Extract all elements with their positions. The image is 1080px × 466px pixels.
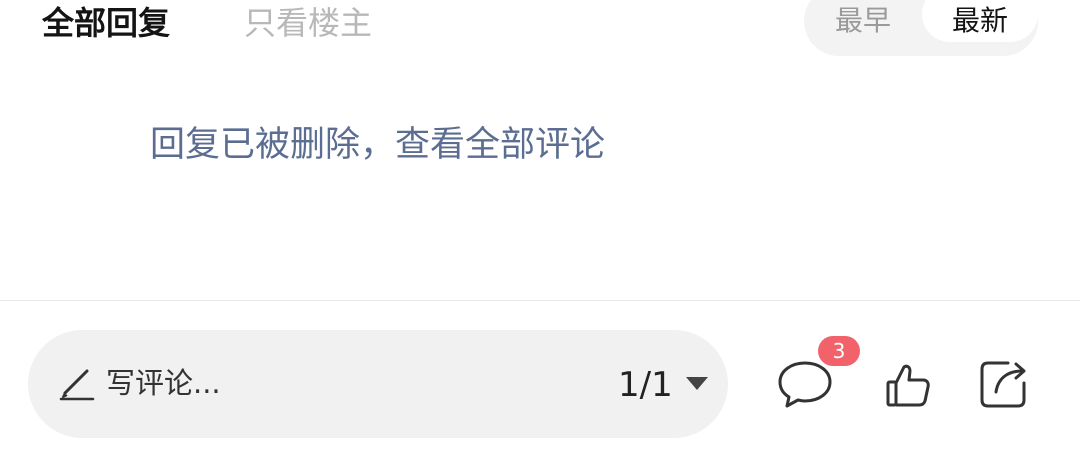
speech-bubble-icon[interactable] [776, 358, 834, 410]
pencil-icon [59, 369, 95, 401]
tab-all-replies[interactable]: 全部回复 [42, 0, 170, 46]
thumbs-up-icon[interactable] [884, 362, 932, 408]
sort-earliest-button[interactable]: 最早 [804, 0, 922, 42]
page-indicator[interactable]: 1/1 [618, 360, 673, 410]
triangle-down-icon[interactable] [684, 374, 710, 392]
comment-placeholder: 写评论... [106, 366, 221, 400]
tab-op-only[interactable]: 只看楼主 [244, 0, 372, 46]
comment-input[interactable]: 写评论... 1/1 [28, 330, 728, 438]
sort-latest-button[interactable]: 最新 [922, 0, 1038, 42]
reply-thread-page: 全部回复 只看楼主 最早 最新 回复已被删除，查看全部评论 写评论... 1/1… [0, 0, 1080, 466]
share-arrow-icon[interactable] [978, 356, 1032, 410]
sort-latest-label: 最新 [951, 4, 1008, 37]
divider [0, 300, 1080, 301]
sort-toggle: 最早 最新 [804, 0, 1038, 56]
comment-count-badge: 3 [818, 336, 860, 366]
deleted-reply-notice-link[interactable]: 回复已被删除，查看全部评论 [150, 120, 605, 170]
